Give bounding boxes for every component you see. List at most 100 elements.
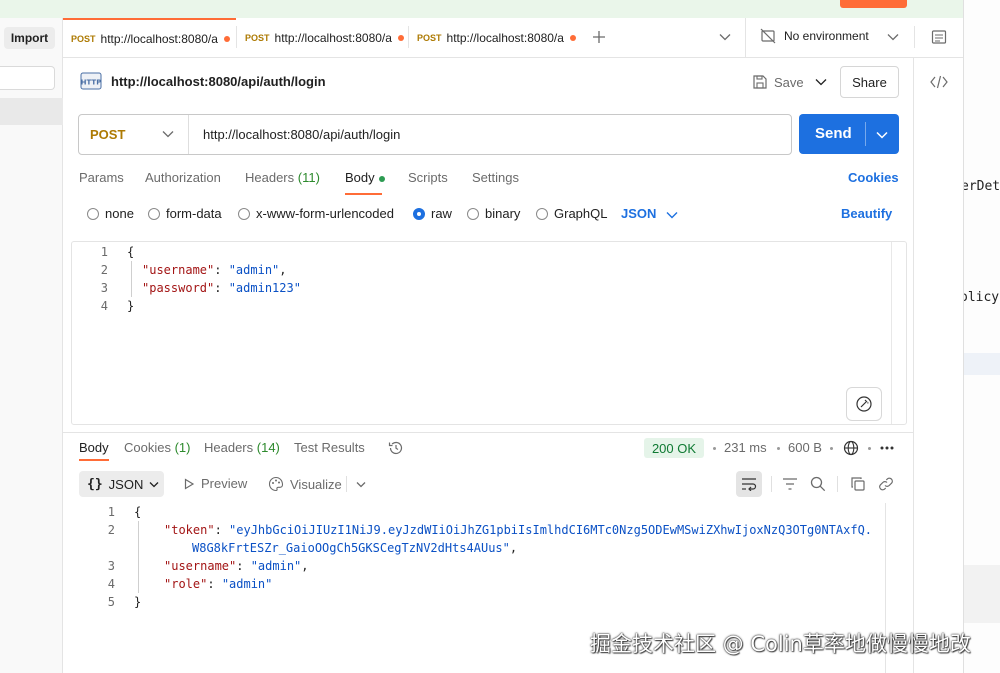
request-tab[interactable]: POST http://localhost:8080/a <box>63 18 236 58</box>
tab-scripts[interactable]: Scripts <box>408 170 448 185</box>
visualize-dropdown[interactable] <box>352 475 370 493</box>
tab-params[interactable]: Params <box>79 170 124 185</box>
play-icon <box>184 477 195 490</box>
radio-label: raw <box>431 206 452 221</box>
tabs-overflow-button[interactable] <box>715 27 735 47</box>
line-number: 5 <box>107 595 115 609</box>
upgrade-button[interactable] <box>840 0 907 8</box>
radio-raw[interactable]: raw <box>413 206 452 221</box>
request-tab[interactable]: POST http://localhost:8080/a <box>237 18 408 58</box>
svg-text:HTTP: HTTP <box>81 79 102 87</box>
search-button[interactable] <box>807 473 829 495</box>
code-snippet-button[interactable] <box>927 70 951 94</box>
method-dropdown[interactable] <box>162 126 174 141</box>
method-select[interactable]: POST <box>90 127 125 142</box>
environment-selector[interactable]: No environment <box>760 28 869 44</box>
share-button[interactable]: Share <box>840 66 899 98</box>
visualize-button[interactable]: Visualize <box>268 476 342 492</box>
top-banner <box>0 0 963 18</box>
response-tab-body[interactable]: Body <box>79 440 109 455</box>
copy-link-button[interactable] <box>875 473 897 495</box>
request-tab[interactable]: POST http://localhost:8080/a <box>409 18 579 58</box>
editor-scrollbar-track <box>891 242 892 424</box>
cookies-count: (1) <box>174 440 191 455</box>
background-highlight <box>964 353 1000 375</box>
separator-dot <box>713 447 716 450</box>
json-key: "role" <box>164 577 208 591</box>
json-key: "token" <box>164 523 215 537</box>
divider <box>914 26 915 48</box>
quick-look-icon <box>931 30 947 44</box>
request-title[interactable]: http://localhost:8080/api/auth/login <box>111 74 326 89</box>
ai-suggest-button[interactable] <box>846 387 882 421</box>
http-request-icon: HTTP <box>80 70 102 92</box>
headers-count: (14) <box>256 440 280 455</box>
response-time[interactable]: 231 ms <box>724 440 767 455</box>
import-button[interactable]: Import <box>4 27 55 49</box>
more-options-button[interactable] <box>877 438 897 458</box>
network-info-button[interactable] <box>841 438 861 458</box>
tab-authorization[interactable]: Authorization <box>145 170 221 185</box>
radio-binary[interactable]: binary <box>467 206 520 221</box>
plus-icon <box>593 31 605 43</box>
tab-label: Headers <box>245 170 295 185</box>
response-tab-headers[interactable]: Headers (14) <box>204 440 280 455</box>
tab-label: Cookies <box>124 440 171 455</box>
history-button[interactable] <box>386 438 406 458</box>
status-badge[interactable]: 200 OK <box>644 438 704 458</box>
tab-headers[interactable]: Headers (11) <box>245 170 320 185</box>
send-button[interactable]: Send <box>799 114 899 154</box>
line-number: 3 <box>100 281 108 295</box>
radio-form-data[interactable]: form-data <box>148 206 222 221</box>
tab-label: http://localhost:8080/a <box>100 32 218 46</box>
sidebar-search-input[interactable] <box>0 66 55 90</box>
code-brace: { <box>127 245 135 259</box>
response-tab-cookies[interactable]: Cookies (1) <box>124 440 190 455</box>
filter-button[interactable] <box>779 473 801 495</box>
radio-none[interactable]: none <box>87 206 134 221</box>
json-value: "admin" <box>221 577 273 591</box>
url-input[interactable]: http://localhost:8080/api/auth/login <box>203 127 400 142</box>
response-tab-test-results[interactable]: Test Results <box>294 440 365 455</box>
tab-body[interactable]: Body <box>345 170 385 185</box>
environment-quick-look-button[interactable] <box>928 26 950 48</box>
chevron-down-icon <box>162 131 174 138</box>
code-line: "username": "admin", <box>164 559 309 573</box>
line-number: 1 <box>107 505 115 519</box>
save-options-dropdown[interactable] <box>808 66 834 98</box>
send-options-dropdown[interactable] <box>876 126 888 143</box>
body-format-select[interactable]: JSON <box>621 206 656 221</box>
more-horizontal-icon <box>880 446 894 450</box>
globe-icon <box>843 440 859 456</box>
background-code-text: olicy <box>963 290 1000 305</box>
cookies-link[interactable]: Cookies <box>848 170 899 185</box>
response-format-select[interactable]: {} JSON <box>79 471 164 497</box>
radio-circle-selected <box>413 207 425 220</box>
tab-method: POST <box>245 33 270 43</box>
tab-label: http://localhost:8080/a <box>274 31 392 45</box>
code-line: "password": "admin123" <box>142 281 301 295</box>
save-icon <box>753 75 767 89</box>
copy-button[interactable] <box>847 473 869 495</box>
radio-urlencoded[interactable]: x-www-form-urlencoded <box>238 206 394 221</box>
environment-dropdown[interactable] <box>883 27 903 47</box>
radio-graphql[interactable]: GraphQL <box>536 206 607 221</box>
json-value: "eyJhbGciOiJIUzI1NiJ9.eyJzdWIiOiJhZG1pbi… <box>229 523 873 537</box>
tab-settings[interactable]: Settings <box>472 170 519 185</box>
background-window: erDeta olicy <box>963 0 1000 673</box>
right-context-bar <box>913 58 963 673</box>
code-line: "token": "eyJhbGciOiJIUzI1NiJ9.eyJzdWIiO… <box>164 523 873 537</box>
preview-button[interactable]: Preview <box>183 476 247 491</box>
radio-label: form-data <box>166 206 222 221</box>
word-wrap-toggle[interactable] <box>736 471 762 497</box>
beautify-button[interactable]: Beautify <box>841 206 892 221</box>
chevron-down-icon <box>719 34 731 41</box>
sidebar-selected-item[interactable] <box>0 98 63 125</box>
background-code-text: erDeta <box>963 179 1000 194</box>
new-tab-button[interactable] <box>589 27 609 47</box>
save-button[interactable]: Save <box>748 66 808 98</box>
history-icon <box>388 441 403 455</box>
indent-guide <box>131 261 132 297</box>
body-format-dropdown[interactable] <box>666 207 678 222</box>
response-size[interactable]: 600 B <box>788 440 822 455</box>
